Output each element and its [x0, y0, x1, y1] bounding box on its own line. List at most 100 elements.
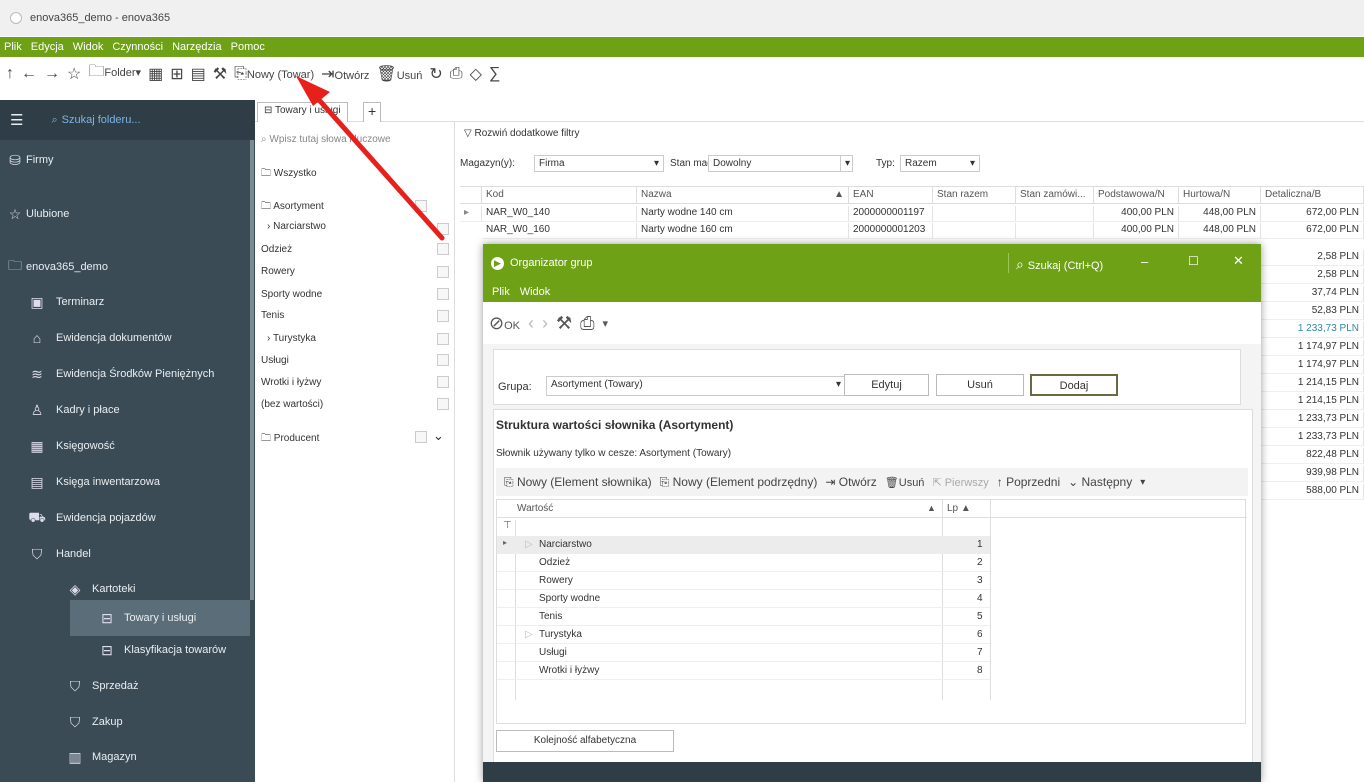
table-row[interactable]: Odzież 2 [497, 554, 990, 572]
keyword-item[interactable]: Usługi [261, 355, 289, 366]
table-cell[interactable]: NAR_W0_140 [482, 206, 637, 222]
menu-czynnosci[interactable]: Czynności [112, 41, 163, 53]
ok-button[interactable]: ⊘OK [489, 313, 520, 334]
add-tab-button[interactable]: + [363, 102, 382, 122]
col-kod[interactable]: Kod [482, 186, 637, 204]
keyword-producer[interactable]: 🗀 Producent [261, 431, 319, 448]
sidebar-item-kadry[interactable]: ♙ Kadry i płace [0, 398, 255, 422]
col-ean[interactable]: EAN [849, 186, 933, 204]
chevron-left-icon[interactable]: ‹ [528, 313, 534, 334]
group-select[interactable]: Asortyment (Towary) ▾ [546, 376, 846, 396]
keyword-item[interactable]: Odzież [261, 244, 292, 255]
dialog-menu-plik[interactable]: Plik [492, 286, 510, 298]
new-subelement-button[interactable]: ⎘ Nowy (Element podrzędny) [660, 475, 818, 490]
sum-icon[interactable]: ∑ [489, 65, 500, 83]
new-button[interactable]: ⎘Nowy (Towar) [234, 65, 314, 83]
previous-button[interactable]: ↑ Poprzedni [997, 475, 1060, 489]
table-cell[interactable]: 2,58 PLN [1261, 250, 1364, 266]
menu-plik[interactable]: Plik [4, 41, 22, 53]
sidebar-item-ksiegowosc[interactable]: ▦ Księgowość [0, 434, 255, 458]
keyword-item[interactable]: › Narciarstwo [267, 221, 326, 232]
table-cell[interactable]: 672,00 PLN [1261, 206, 1364, 222]
keyword-item[interactable]: Sporty wodne [261, 289, 322, 300]
group-organizer-icon[interactable]: ▤ [191, 64, 206, 84]
table-icon[interactable]: ▦ [148, 64, 163, 84]
keyword-item[interactable]: Tenis [261, 310, 284, 321]
table-cell[interactable]: 939,98 PLN [1261, 466, 1364, 482]
close-icon[interactable]: ✕ [1233, 253, 1244, 269]
print-icon[interactable]: ⎙ [450, 65, 463, 83]
table-cell[interactable]: 2000000001197 [849, 206, 933, 222]
keyword-checkbox[interactable] [437, 266, 449, 278]
delete-element-button[interactable]: 🗑Usuń [885, 476, 925, 489]
grid-icon[interactable]: ⊞ [170, 64, 183, 84]
tab-towary-i-uslugi[interactable]: ⊟ Towary i usługi [257, 102, 348, 122]
assortment-checkbox[interactable] [415, 200, 427, 212]
keyword-item[interactable]: › Turystyka [267, 333, 316, 344]
hamburger-icon[interactable]: ☰ [10, 111, 23, 129]
tools-icon[interactable]: ⚒ [213, 64, 227, 84]
sidebar-item-towary-i-uslugi[interactable]: ⊟ Towary i usługi [70, 600, 250, 636]
sidebar-scrollbar[interactable] [250, 140, 254, 600]
chevron-down-icon[interactable]: ⌄ [433, 428, 444, 444]
table-cell[interactable]: 448,00 PLN [1179, 223, 1261, 239]
alphabetical-order-button[interactable]: Kolejność alfabetyczna [496, 730, 674, 752]
table-cell[interactable]: 1 174,97 PLN [1261, 340, 1364, 356]
keyword-item[interactable]: Rowery [261, 266, 295, 277]
table-cell[interactable]: 1 233,73 PLN [1261, 322, 1364, 338]
table-cell[interactable] [933, 223, 1016, 239]
col-podstawowa[interactable]: Podstawowa/N [1094, 186, 1179, 204]
keyword-checkbox[interactable] [437, 288, 449, 300]
col-stan-zamowien[interactable]: Stan zamówi... [1016, 186, 1094, 204]
table-cell[interactable]: 400,00 PLN [1094, 206, 1179, 222]
col-hurtowa[interactable]: Hurtowa/N [1179, 186, 1261, 204]
sidebar-item-ewidencja-srodkow[interactable]: ≋ Ewidencja Środków Pieniężnych [0, 362, 255, 386]
col-detaliczna[interactable]: Detaliczna/B [1261, 186, 1364, 204]
table-cell[interactable]: Narty wodne 140 cm [637, 206, 849, 222]
folder-search-input[interactable]: Szukaj folderu... [62, 114, 141, 126]
dialog-menu-widok[interactable]: Widok [520, 286, 551, 298]
sidebar-item-ulubione[interactable]: ☆ Ulubione [0, 202, 255, 226]
sidebar-item-sprzedaz[interactable]: ⛉ Sprzedaż [0, 674, 255, 698]
table-cell[interactable]: 37,74 PLN [1261, 286, 1364, 302]
table-cell[interactable]: 448,00 PLN [1179, 206, 1261, 222]
table-row[interactable]: ▸ ▷ Narciarstwo 1 [497, 536, 990, 554]
keyword-item[interactable]: (bez wartości) [261, 399, 323, 410]
toolbar-dropdown-icon[interactable]: ▾ [1140, 477, 1145, 488]
keyword-checkbox[interactable] [437, 376, 449, 388]
new-element-button[interactable]: ⎘ Nowy (Element słownika) [504, 475, 652, 490]
keyword-checkbox[interactable] [437, 398, 449, 410]
forward-icon[interactable]: → [44, 65, 60, 83]
table-cell[interactable]: 588,00 PLN [1261, 484, 1364, 500]
keyword-assortment[interactable]: 🗀 Asortyment [261, 199, 324, 216]
dialog-search[interactable]: ⌕ Szukaj (Ctrl+Q) [1016, 256, 1103, 273]
print-icon[interactable]: ⎙ [580, 313, 594, 334]
keyword-checkbox[interactable] [437, 354, 449, 366]
table-cell[interactable]: 1 214,15 PLN [1261, 394, 1364, 410]
keyword-checkbox[interactable] [437, 243, 449, 255]
menu-narzedzia[interactable]: Narzędzia [172, 41, 222, 53]
stock-select[interactable]: Dowolny [708, 155, 841, 172]
table-cell[interactable]: 400,00 PLN [1094, 223, 1179, 239]
expand-icon[interactable]: ▷ [525, 629, 533, 640]
producer-checkbox[interactable] [415, 431, 427, 443]
sidebar-item-zakup[interactable]: ⛉ Zakup [0, 710, 255, 734]
sidebar-item-ewidencja-pojazdow[interactable]: ⛟ Ewidencja pojazdów [0, 506, 255, 530]
open-element-button[interactable]: ⇥ Otwórz [825, 475, 876, 489]
table-row[interactable]: Wrotki i łyżwy 8 [497, 662, 990, 680]
table-cell[interactable]: 672,00 PLN [1261, 223, 1364, 239]
col-stan-razem[interactable]: Stan razem [933, 186, 1016, 204]
sidebar-item-ewidencja-dokumentow[interactable]: ⌂ Ewidencja dokumentów [0, 326, 255, 350]
keyword-search-input[interactable]: ⌕ Wpisz tutaj słowa kluczowe [261, 134, 391, 145]
sidebar-item-klasyfikacja[interactable]: ⊟ Klasyfikacja towarów [0, 638, 255, 662]
table-cell[interactable]: 52,83 PLN [1261, 304, 1364, 320]
tag-icon[interactable]: ◇ [470, 64, 482, 84]
table-cell[interactable]: 1 174,97 PLN [1261, 358, 1364, 374]
table-cell[interactable] [1016, 223, 1094, 239]
table-cell[interactable] [933, 206, 1016, 222]
folder-button[interactable]: 🗀Folder▾ [88, 60, 141, 87]
keyword-all[interactable]: 🗀 Wszystko [261, 166, 317, 183]
table-cell[interactable] [1016, 206, 1094, 222]
minimize-icon[interactable]: – [1141, 254, 1148, 269]
table-row[interactable]: Rowery 3 [497, 572, 990, 590]
